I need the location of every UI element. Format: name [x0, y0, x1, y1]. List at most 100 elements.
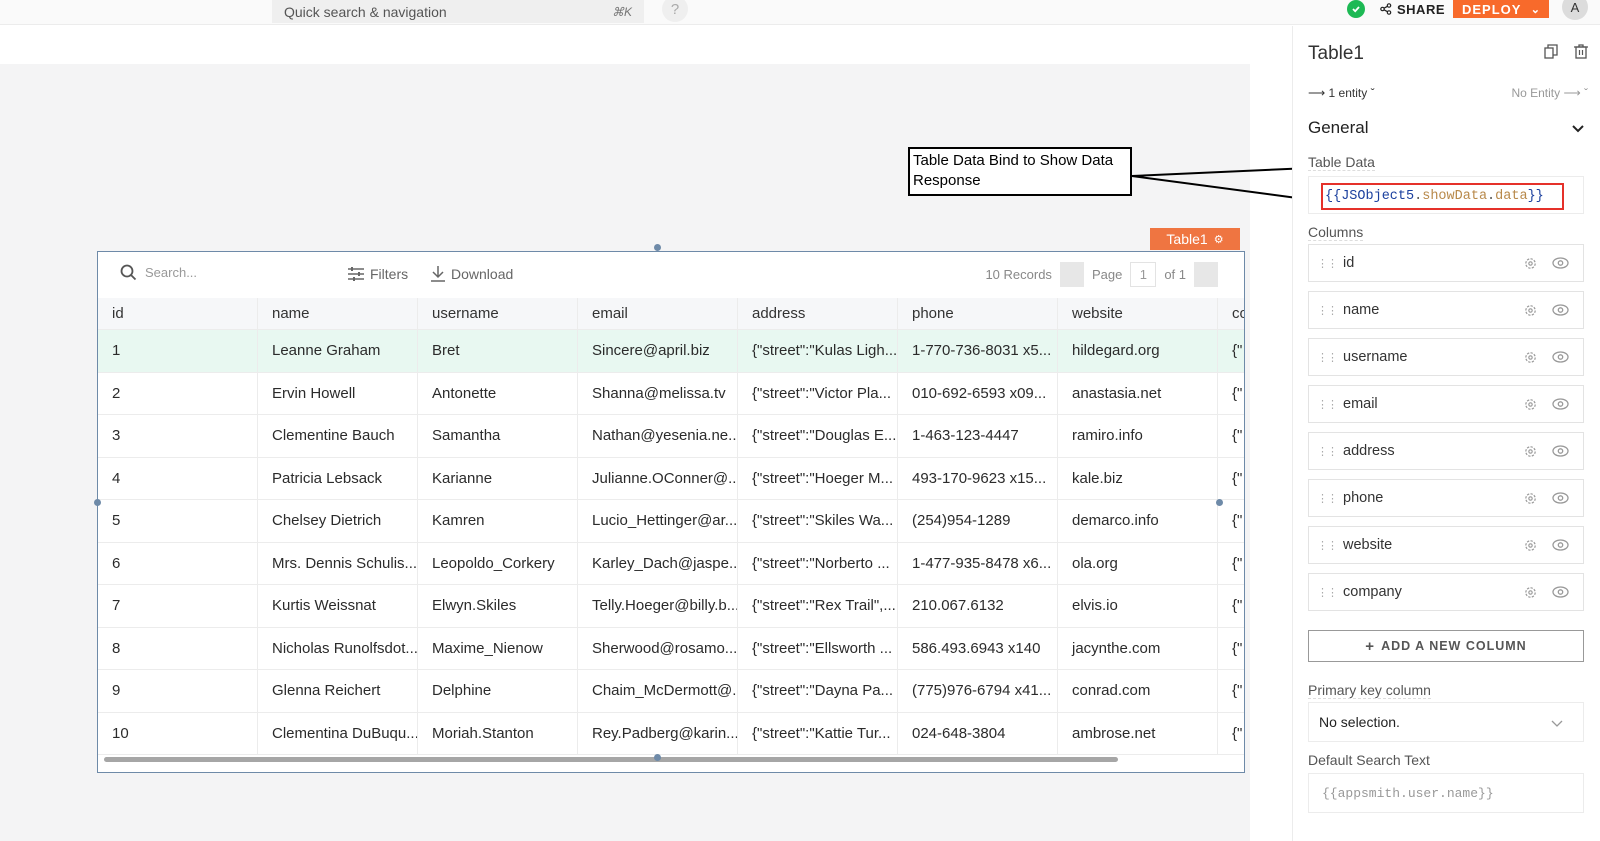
table-cell[interactable]: {"street":"Skiles Wa...: [738, 500, 898, 542]
table-cell[interactable]: 1-463-123-4447: [898, 415, 1058, 457]
table-search-input[interactable]: Search...: [120, 264, 197, 281]
gear-icon[interactable]: [1523, 303, 1538, 318]
table-cell[interactable]: conrad.com: [1058, 670, 1218, 712]
column-header[interactable]: address: [738, 298, 898, 329]
eye-icon[interactable]: [1552, 445, 1569, 457]
resize-handle-top[interactable]: [654, 244, 661, 251]
eye-icon[interactable]: [1552, 492, 1569, 504]
table-cell[interactable]: {": [1218, 543, 1244, 585]
default-search-input[interactable]: {{appsmith.user.name}}: [1308, 773, 1584, 813]
column-item[interactable]: ⋮⋮ name: [1308, 291, 1584, 329]
eye-icon[interactable]: [1552, 586, 1569, 598]
column-header[interactable]: name: [258, 298, 418, 329]
table-cell[interactable]: {": [1218, 458, 1244, 500]
table-row[interactable]: 9 Glenna Reichert Delphine Chaim_McDermott@…: [98, 670, 1244, 713]
table-cell[interactable]: 1: [98, 330, 258, 372]
table-cell[interactable]: {": [1218, 585, 1244, 627]
table-cell[interactable]: Antonette: [418, 372, 578, 414]
widget-title[interactable]: Table1: [1308, 43, 1364, 65]
next-page-button[interactable]: [1194, 262, 1218, 287]
table-cell[interactable]: Lucio_Hettinger@ar...: [578, 500, 738, 542]
eye-icon[interactable]: [1552, 304, 1569, 316]
table-row[interactable]: 8 Nicholas Runolfsdot... Maxime_Nienow Sher…: [98, 627, 1244, 670]
prev-page-button[interactable]: [1059, 262, 1084, 287]
table-cell[interactable]: Chelsey Dietrich: [258, 500, 418, 542]
column-header[interactable]: username: [418, 298, 578, 329]
drag-handle-icon[interactable]: ⋮⋮: [1317, 257, 1338, 270]
table-cell[interactable]: {"street":"Victor Pla...: [738, 372, 898, 414]
table-cell[interactable]: Julianne.OConner@...: [578, 457, 738, 499]
table-cell[interactable]: 586.493.6943 x140: [898, 627, 1058, 669]
table-cell[interactable]: Rey.Padberg@karin...: [578, 712, 738, 754]
column-item[interactable]: ⋮⋮ website: [1308, 526, 1584, 564]
table-row[interactable]: 10 Clementina DuBuqu... Moriah.Stanton Rey.…: [98, 712, 1244, 755]
table-cell[interactable]: Delphine: [418, 670, 578, 712]
table-cell[interactable]: Karley_Dach@jaspe...: [578, 542, 738, 584]
table-cell[interactable]: {": [1218, 713, 1244, 755]
table-cell[interactable]: 1-477-935-8478 x6...: [898, 542, 1058, 584]
gear-icon[interactable]: [1523, 397, 1538, 412]
add-column-button[interactable]: + ADD A NEW COLUMN: [1308, 630, 1584, 662]
delete-icon[interactable]: [1574, 44, 1588, 59]
table-cell[interactable]: Telly.Hoeger@billy.b...: [578, 585, 738, 627]
resize-handle-bottom[interactable]: [654, 754, 661, 761]
table-cell[interactable]: {"street":"Kulas Ligh...: [738, 330, 898, 372]
column-header[interactable]: email: [578, 298, 738, 329]
table-cell[interactable]: Sincere@april.biz: [578, 330, 738, 372]
column-item[interactable]: ⋮⋮ address: [1308, 432, 1584, 470]
table-cell[interactable]: demarco.info: [1058, 500, 1218, 542]
primary-key-select[interactable]: No selection.: [1308, 702, 1584, 742]
resize-handle-left[interactable]: [94, 499, 101, 506]
table-cell[interactable]: elvis.io: [1058, 585, 1218, 627]
table-cell[interactable]: Nathan@yesenia.ne...: [578, 415, 738, 457]
table-cell[interactable]: Chaim_McDermott@...: [578, 670, 738, 712]
drag-handle-icon[interactable]: ⋮⋮: [1317, 304, 1338, 317]
table-cell[interactable]: Mrs. Dennis Schulis...: [258, 542, 418, 584]
table-cell[interactable]: Kamren: [418, 500, 578, 542]
table-row[interactable]: 2 Ervin Howell Antonette Shanna@melissa.tv{…: [98, 372, 1244, 415]
table-cell[interactable]: Kurtis Weissnat: [258, 585, 418, 627]
drag-handle-icon[interactable]: ⋮⋮: [1317, 398, 1338, 411]
gear-icon[interactable]: [1523, 585, 1538, 600]
table-cell[interactable]: 2: [98, 372, 258, 414]
table-row[interactable]: 7 Kurtis Weissnat Elwyn.Skiles Telly.Hoeger…: [98, 585, 1244, 628]
table-cell[interactable]: {": [1218, 670, 1244, 712]
table-cell[interactable]: jacynthe.com: [1058, 627, 1218, 669]
table-cell[interactable]: Samantha: [418, 415, 578, 457]
table-row[interactable]: 6 Mrs. Dennis Schulis... Leopoldo_Corkery K…: [98, 542, 1244, 585]
table-cell[interactable]: 010-692-6593 x09...: [898, 372, 1058, 414]
eye-icon[interactable]: [1552, 398, 1569, 410]
table-cell[interactable]: Leanne Graham: [258, 330, 418, 372]
table-cell[interactable]: Nicholas Runolfsdot...: [258, 627, 418, 669]
outgoing-entity-dropdown[interactable]: No Entity ⟶ ˇ: [1511, 86, 1588, 100]
table-cell[interactable]: {"street":"Kattie Tur...: [738, 712, 898, 754]
column-header[interactable]: phone: [898, 298, 1058, 329]
table-cell[interactable]: hildegard.org: [1058, 330, 1218, 372]
table-cell[interactable]: Clementine Bauch: [258, 415, 418, 457]
table-cell[interactable]: Patricia Lebsack: [258, 457, 418, 499]
column-header[interactable]: website: [1058, 298, 1218, 329]
table-row[interactable]: 1 Leanne Graham Bret Sincere@april.biz {"str…: [98, 330, 1244, 373]
table-cell[interactable]: 8: [98, 627, 258, 669]
share-button[interactable]: SHARE: [1380, 0, 1445, 18]
table-cell[interactable]: Shanna@melissa.tv: [578, 372, 738, 414]
table-cell[interactable]: {": [1218, 415, 1244, 457]
avatar[interactable]: A: [1562, 0, 1588, 20]
table-cell[interactable]: Clementina DuBuqu...: [258, 712, 418, 754]
table-cell[interactable]: ola.org: [1058, 542, 1218, 584]
table-cell[interactable]: Moriah.Stanton: [418, 712, 578, 754]
table-cell[interactable]: {"street":"Douglas E...: [738, 415, 898, 457]
column-item[interactable]: ⋮⋮ phone: [1308, 479, 1584, 517]
table-cell[interactable]: 3: [98, 415, 258, 457]
table-cell[interactable]: anastasia.net: [1058, 372, 1218, 414]
column-header[interactable]: id: [98, 298, 258, 329]
table-cell[interactable]: {"street":"Norberto ...: [738, 542, 898, 584]
widget-name-tag[interactable]: Table1 ⚙: [1150, 228, 1240, 250]
table-cell[interactable]: 10: [98, 712, 258, 754]
table-cell[interactable]: {"street":"Ellsworth ...: [738, 627, 898, 669]
table-row[interactable]: 5 Chelsey Dietrich Kamren Lucio_Hettinger@a…: [98, 500, 1244, 543]
table-cell[interactable]: 6: [98, 542, 258, 584]
table-cell[interactable]: 9: [98, 670, 258, 712]
table-cell[interactable]: 7: [98, 585, 258, 627]
page-number-input[interactable]: 1: [1130, 262, 1157, 287]
